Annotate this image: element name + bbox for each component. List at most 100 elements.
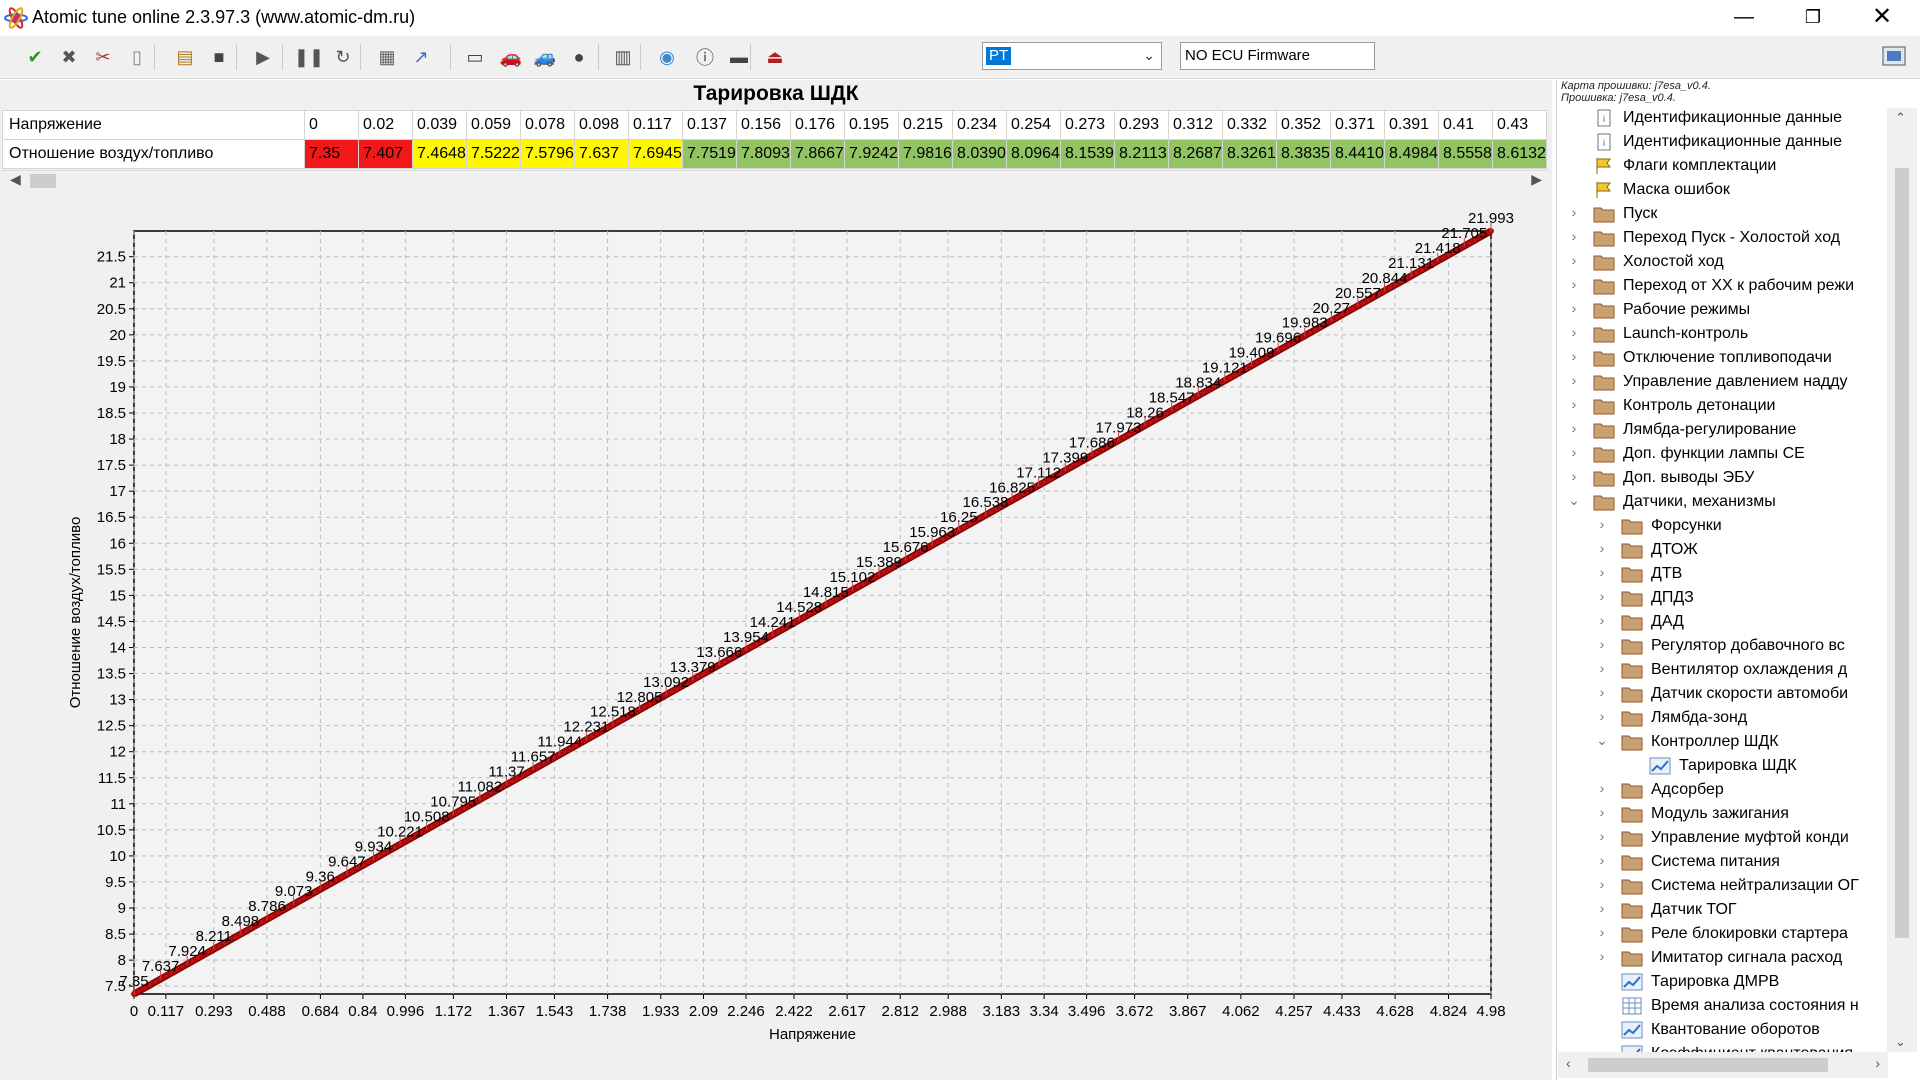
tree-hscrollbar[interactable]: ‹ › <box>1558 1052 1888 1078</box>
chevron-right-icon[interactable]: › <box>1595 612 1609 628</box>
tree-item[interactable]: Реле блокировки стартера <box>1651 922 1848 946</box>
tree-item[interactable]: Переход Пуск - Холостой ход <box>1623 226 1840 250</box>
tree-item[interactable]: Система питания <box>1651 850 1780 874</box>
voltage-cell[interactable]: 0.156 <box>736 110 791 140</box>
tree-item[interactable]: Форсунки <box>1651 514 1722 538</box>
maximize-button[interactable]: ❐ <box>1785 0 1841 36</box>
exit-icon[interactable]: ⏏ <box>762 44 788 70</box>
tree-item[interactable]: Маска ошибок <box>1623 178 1730 202</box>
afr-cell[interactable]: 8.0390 <box>952 139 1007 169</box>
chevron-right-icon[interactable]: › <box>1595 516 1609 532</box>
stop-icon[interactable]: ■ <box>206 44 232 70</box>
graph-icon[interactable]: ↗ <box>408 44 434 70</box>
chevron-down-icon[interactable]: ⌄ <box>1595 732 1609 749</box>
play-icon[interactable]: ▶ <box>250 44 276 70</box>
tree-item[interactable]: Датчики, механизмы <box>1623 490 1776 514</box>
tree-item[interactable]: Управление давлением надду <box>1623 370 1848 394</box>
chevron-right-icon[interactable]: › <box>1595 876 1609 892</box>
cancel-icon[interactable]: ✖ <box>56 44 82 70</box>
afr-cell[interactable]: 8.2113 <box>1114 139 1169 169</box>
afr-cell[interactable]: 7.7519 <box>682 139 737 169</box>
scroll-up-icon[interactable]: ⌃ <box>1895 110 1906 126</box>
check-icon[interactable]: ✔ <box>22 44 48 70</box>
scroll-down-icon[interactable]: ⌄ <box>1895 1034 1906 1050</box>
info-icon[interactable]: ⓘ <box>692 44 718 70</box>
chevron-right-icon[interactable]: › <box>1567 252 1581 268</box>
chevron-right-icon[interactable]: › <box>1567 396 1581 412</box>
voltage-cell[interactable]: 0.41 <box>1438 110 1493 140</box>
chevron-right-icon[interactable]: › <box>1595 948 1609 964</box>
close-button[interactable]: ✕ <box>1854 0 1910 36</box>
chevron-right-icon[interactable]: › <box>1595 828 1609 844</box>
tree-item[interactable]: ДАД <box>1651 610 1684 634</box>
afr-cell[interactable]: 7.9816 <box>898 139 953 169</box>
tree-item[interactable]: Датчик скорости автомоби <box>1651 682 1848 706</box>
car2-icon[interactable]: 🚙 <box>532 44 558 70</box>
chevron-down-icon[interactable]: ⌄ <box>1567 492 1581 509</box>
chevron-right-icon[interactable]: › <box>1567 444 1581 460</box>
afr-cell[interactable]: 8.2687 <box>1168 139 1223 169</box>
tree-item[interactable]: Квантование оборотов <box>1651 1018 1820 1042</box>
afr-cell[interactable]: 8.1539 <box>1060 139 1115 169</box>
mode-combo[interactable]: PT ⌄ <box>982 42 1162 70</box>
afr-cell[interactable]: 7.8093 <box>736 139 791 169</box>
chevron-right-icon[interactable]: › <box>1567 372 1581 388</box>
voltage-cell[interactable]: 0.137 <box>682 110 737 140</box>
tools-icon[interactable]: ✂ <box>90 44 116 70</box>
voltage-cell[interactable]: 0 <box>304 110 359 140</box>
tree-item[interactable]: Launch-контроль <box>1623 322 1748 346</box>
afr-cell[interactable]: 8.4410 <box>1330 139 1385 169</box>
tree-item[interactable]: Модуль зажигания <box>1651 802 1789 826</box>
tree-item[interactable]: Отключение топливоподачи <box>1623 346 1832 370</box>
tree-item[interactable]: Система нейтрализации ОГ <box>1651 874 1859 898</box>
chevron-right-icon[interactable]: › <box>1567 300 1581 316</box>
voltage-cell[interactable]: 0.039 <box>412 110 467 140</box>
tree-item[interactable]: Доп. функции лампы СЕ <box>1623 442 1805 466</box>
minimize-button[interactable]: — <box>1716 0 1772 36</box>
afr-cell[interactable]: 7.407 <box>358 139 413 169</box>
chevron-right-icon[interactable]: › <box>1595 900 1609 916</box>
refresh-icon[interactable]: ↻ <box>330 44 356 70</box>
chevron-right-icon[interactable]: › <box>1595 804 1609 820</box>
tree-item[interactable]: Холостой ход <box>1623 250 1724 274</box>
chevron-right-icon[interactable]: › <box>1567 276 1581 292</box>
voltage-cell[interactable]: 0.059 <box>466 110 521 140</box>
tree-item[interactable]: Пуск <box>1623 202 1657 226</box>
afr-cell[interactable]: 7.4648 <box>412 139 467 169</box>
voltage-cell[interactable]: 0.117 <box>628 110 683 140</box>
chevron-right-icon[interactable]: › <box>1567 420 1581 436</box>
chevron-right-icon[interactable]: › <box>1595 588 1609 604</box>
afr-cell[interactable]: 8.5558 <box>1438 139 1493 169</box>
tree-item[interactable]: Идентификационные данные <box>1623 130 1842 154</box>
chevron-right-icon[interactable]: › <box>1595 708 1609 724</box>
chevron-right-icon[interactable]: › <box>1595 660 1609 676</box>
afr-cell[interactable]: 7.9242 <box>844 139 899 169</box>
voltage-cell[interactable]: 0.078 <box>520 110 575 140</box>
afr-cell[interactable]: 8.6132 <box>1492 139 1547 169</box>
tree-item[interactable]: Датчик ТОГ <box>1651 898 1737 922</box>
chevron-right-icon[interactable]: › <box>1595 780 1609 796</box>
chevron-right-icon[interactable]: › <box>1595 636 1609 652</box>
voltage-cell[interactable]: 0.391 <box>1384 110 1439 140</box>
tree-item[interactable]: Тарировка ШДК <box>1679 754 1797 778</box>
tree-item[interactable]: Время анализа состояния н <box>1651 994 1859 1018</box>
copy-icon[interactable]: ▤ <box>172 44 198 70</box>
table-icon[interactable]: ▦ <box>374 44 400 70</box>
scroll-thumb[interactable] <box>1895 168 1909 938</box>
voltage-cell[interactable]: 0.098 <box>574 110 629 140</box>
tree-item[interactable]: Тарировка ДМРВ <box>1651 970 1779 994</box>
table-hscrollbar[interactable]: ◀ ▶ <box>2 170 1550 191</box>
afr-cell[interactable]: 7.637 <box>574 139 629 169</box>
chevron-right-icon[interactable]: › <box>1595 852 1609 868</box>
afr-cell[interactable]: 7.6945 <box>628 139 683 169</box>
scroll-thumb[interactable] <box>1588 1058 1828 1072</box>
chevron-right-icon[interactable]: › <box>1595 924 1609 940</box>
voltage-cell[interactable]: 0.352 <box>1276 110 1331 140</box>
voltage-cell[interactable]: 0.371 <box>1330 110 1385 140</box>
afr-cell[interactable]: 7.5222 <box>466 139 521 169</box>
voltage-cell[interactable]: 0.176 <box>790 110 845 140</box>
tree-item[interactable]: Рабочие режимы <box>1623 298 1750 322</box>
voltage-cell[interactable]: 0.234 <box>952 110 1007 140</box>
afr-cell[interactable]: 8.3261 <box>1222 139 1277 169</box>
afr-cell[interactable]: 7.5796 <box>520 139 575 169</box>
